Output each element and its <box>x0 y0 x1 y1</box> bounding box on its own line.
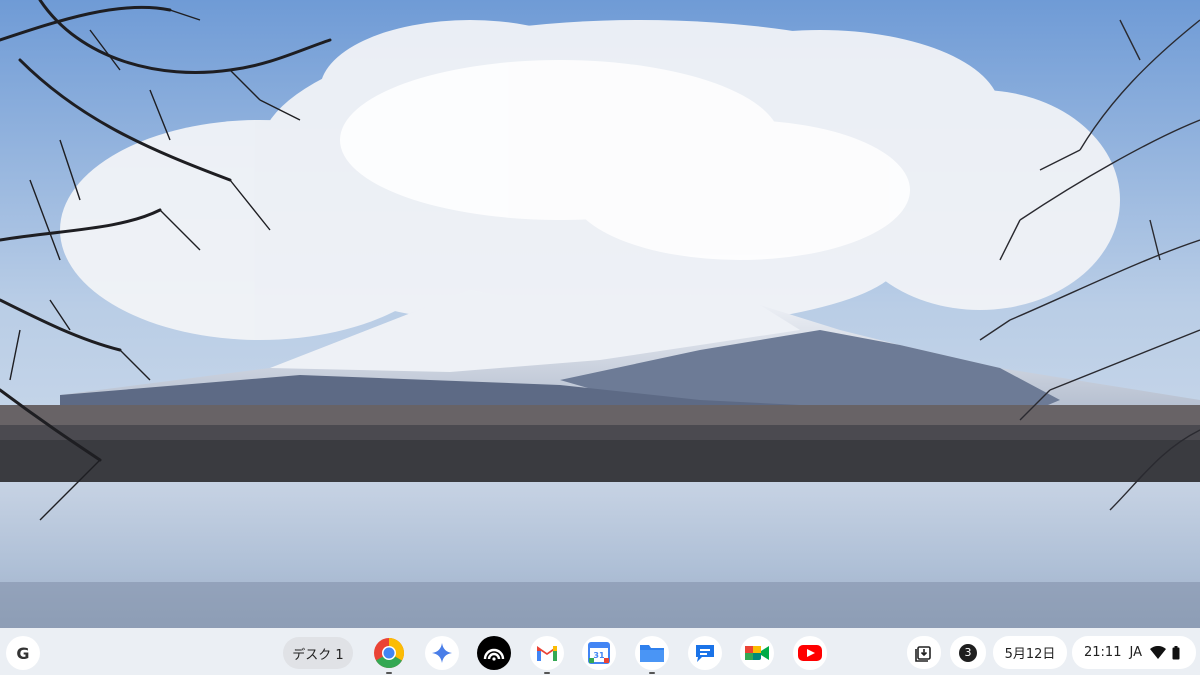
holding-space-button[interactable] <box>907 636 941 669</box>
meet-camera-icon <box>745 646 769 660</box>
files-app[interactable] <box>635 636 669 674</box>
messages-app[interactable] <box>688 636 722 670</box>
desk-button[interactable]: デスク 1 <box>283 637 353 669</box>
files-folder-icon <box>640 645 664 662</box>
battery-icon <box>1172 645 1180 659</box>
status-area-button[interactable]: 21:11 JA <box>1072 636 1196 669</box>
date-label: 5月12日 <box>1004 647 1056 662</box>
calendar-day: 31 <box>593 651 605 660</box>
chrome-app[interactable] <box>372 636 406 674</box>
launcher-g-icon: G <box>16 643 30 663</box>
running-indicator <box>386 672 392 674</box>
chrome-icon <box>374 638 405 669</box>
date-tray-button[interactable]: 5月12日 <box>993 636 1067 669</box>
download-tray-icon <box>915 645 931 662</box>
youtube-play-icon <box>798 645 822 661</box>
running-indicator <box>544 672 550 674</box>
messages-bubble-icon <box>696 645 714 662</box>
launcher-button[interactable]: G <box>6 636 40 670</box>
desk-label: デスク 1 <box>292 647 344 663</box>
notification-count-badge: 3 <box>959 643 977 662</box>
desktop-wallpaper <box>0 0 1200 675</box>
calendar-app[interactable]: 31 <box>582 636 616 670</box>
gemini-app[interactable] <box>425 636 459 670</box>
calendar-icon: 31 <box>588 642 610 664</box>
youtube-app[interactable] <box>793 636 827 670</box>
time-label: 21:11 <box>1084 645 1122 660</box>
meet-app[interactable] <box>740 636 774 670</box>
wifi-icon <box>1149 646 1166 659</box>
fiber-arc-icon <box>483 648 505 661</box>
ime-label: JA <box>1129 645 1142 660</box>
gemini-sparkle-icon <box>432 643 452 663</box>
fiber-app[interactable] <box>477 636 511 670</box>
gmail-icon <box>537 646 557 661</box>
notification-button[interactable]: 3 <box>950 636 986 669</box>
gmail-app[interactable] <box>530 636 564 674</box>
running-indicator <box>649 672 655 674</box>
